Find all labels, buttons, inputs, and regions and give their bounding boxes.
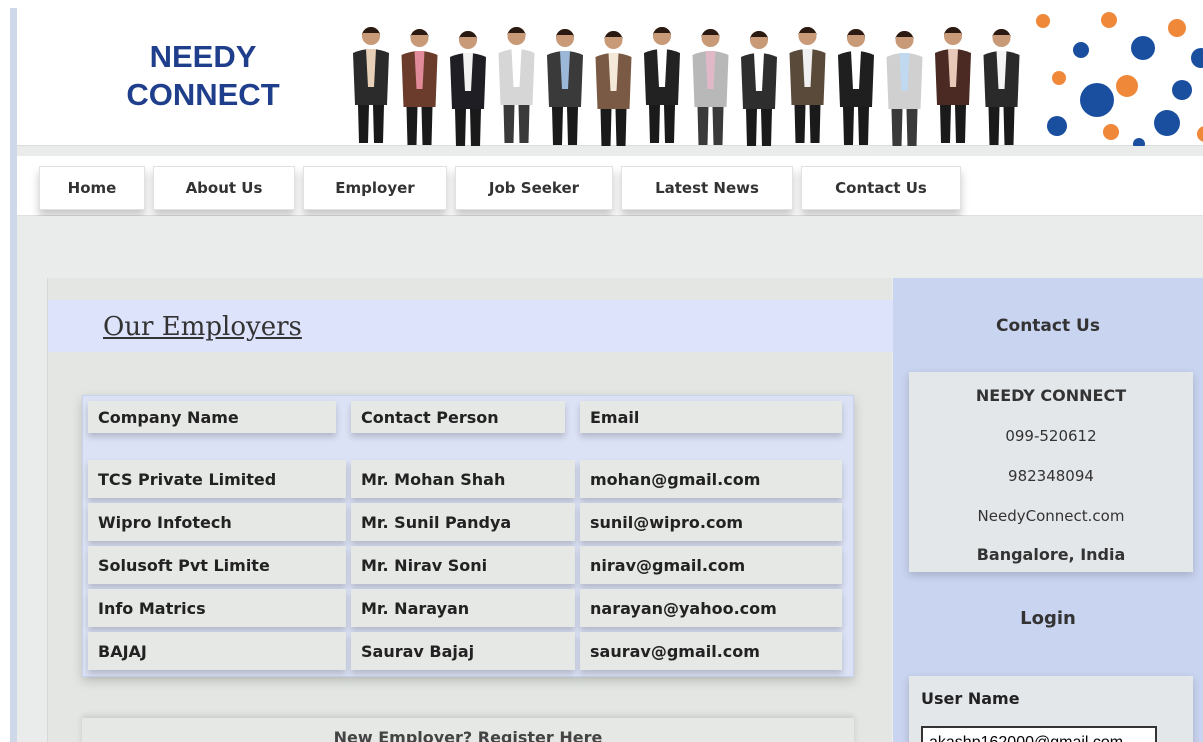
column-header-contact: Contact Person [351, 401, 565, 433]
site-logo[interactable]: NEEDY CONNECT [113, 38, 293, 114]
table-cell: Mr. Nirav Soni [351, 546, 575, 584]
person-figure [353, 27, 389, 143]
sidebar: Contact Us NEEDY CONNECT 099-520612 9823… [893, 278, 1203, 742]
contact-location: Bangalore, India [976, 545, 1126, 564]
username-label: User Name [921, 689, 1020, 708]
login-title: Login [1020, 608, 1076, 629]
main-navigation: Home About Us Employer Job Seeker Latest… [17, 156, 1203, 216]
contact-company-name: NEEDY CONNECT [975, 386, 1127, 405]
username-input[interactable] [921, 726, 1157, 742]
person-figure [547, 29, 583, 145]
person-figure [401, 29, 438, 145]
contact-website: NeedyConnect.com [977, 507, 1125, 525]
table-cell: BAJAJ [88, 632, 346, 670]
contact-box: NEEDY CONNECT 099-520612 982348094 Needy… [909, 372, 1193, 572]
page-frame: NEEDY CONNECT Home About Us Employer Job… [10, 8, 1203, 742]
person-figure [741, 31, 777, 146]
person-figure [789, 27, 826, 143]
table-cell: saurav@gmail.com [580, 632, 842, 670]
table-cell: Wipro Infotech [88, 503, 346, 541]
sub-banner [17, 216, 1203, 272]
sidebar-contact-title: Contact Us [996, 316, 1100, 336]
person-figure [886, 31, 923, 146]
register-bar: New Employer? Register Here [82, 718, 854, 742]
logo-line-2: CONNECT [126, 77, 280, 112]
register-employer-link[interactable]: New Employer? Register Here [334, 728, 603, 742]
table-cell: Solusoft Pvt Limite [88, 546, 346, 584]
table-cell: Mr. Sunil Pandya [351, 503, 575, 541]
nav-employer[interactable]: Employer [303, 166, 447, 210]
person-figure [498, 27, 535, 143]
person-figure [935, 27, 971, 143]
person-figure [692, 29, 729, 145]
header-people-banner [353, 27, 1020, 146]
table-cell: Mr. Mohan Shah [351, 460, 575, 498]
table-cell: Saurav Bajaj [351, 632, 575, 670]
column-header-company: Company Name [88, 401, 336, 433]
table-cell: mohan@gmail.com [580, 460, 842, 498]
employers-table: Company Name Contact Person Email TCS Pr… [82, 395, 854, 677]
title-bar: Our Employers [48, 300, 893, 352]
table-cell: sunil@wipro.com [580, 503, 842, 541]
site-header: NEEDY CONNECT [17, 8, 1203, 146]
table-cell: nirav@gmail.com [580, 546, 842, 584]
contact-phone-1: 099-520612 [1005, 427, 1097, 445]
person-figure [450, 31, 486, 146]
nav-about-us[interactable]: About Us [153, 166, 295, 210]
main-content: Our Employers Company Name Contact Perso… [47, 278, 893, 742]
table-cell: Info Matrics [88, 589, 346, 627]
table-cell: TCS Private Limited [88, 460, 346, 498]
person-figure [644, 27, 680, 143]
person-figure [838, 29, 874, 145]
table-cell: Mr. Narayan [351, 589, 575, 627]
contact-phone-2: 982348094 [1008, 467, 1094, 485]
nav-contact-us[interactable]: Contact Us [801, 166, 961, 210]
decorative-dots [1036, 12, 1203, 146]
column-header-email: Email [580, 401, 842, 433]
logo-line-1: NEEDY [149, 39, 257, 74]
nav-home[interactable]: Home [39, 166, 145, 210]
nav-latest-news[interactable]: Latest News [621, 166, 793, 210]
person-figure [595, 31, 632, 146]
login-box: User Name [909, 676, 1193, 742]
nav-job-seeker[interactable]: Job Seeker [455, 166, 613, 210]
table-cell: narayan@yahoo.com [580, 589, 842, 627]
page-title: Our Employers [103, 312, 302, 342]
person-figure [983, 29, 1020, 145]
